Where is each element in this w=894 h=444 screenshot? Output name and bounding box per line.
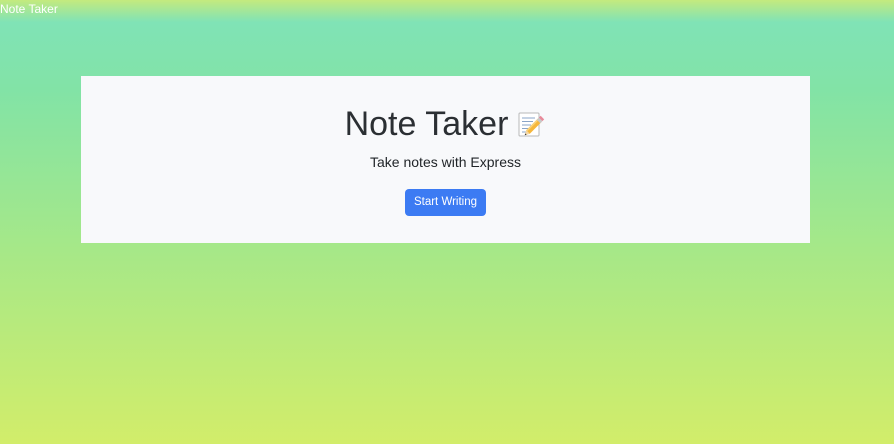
- page-title-row: Note Taker: [81, 102, 810, 146]
- subtitle: Take notes with Express: [370, 154, 521, 170]
- navbar-brand[interactable]: Note Taker: [0, 3, 58, 16]
- hero-card: Note Taker Take notes with Express Start…: [81, 76, 810, 243]
- page-title: Note Taker: [344, 104, 509, 143]
- start-writing-button[interactable]: Start Writing: [405, 189, 486, 216]
- memo-icon: [516, 109, 546, 139]
